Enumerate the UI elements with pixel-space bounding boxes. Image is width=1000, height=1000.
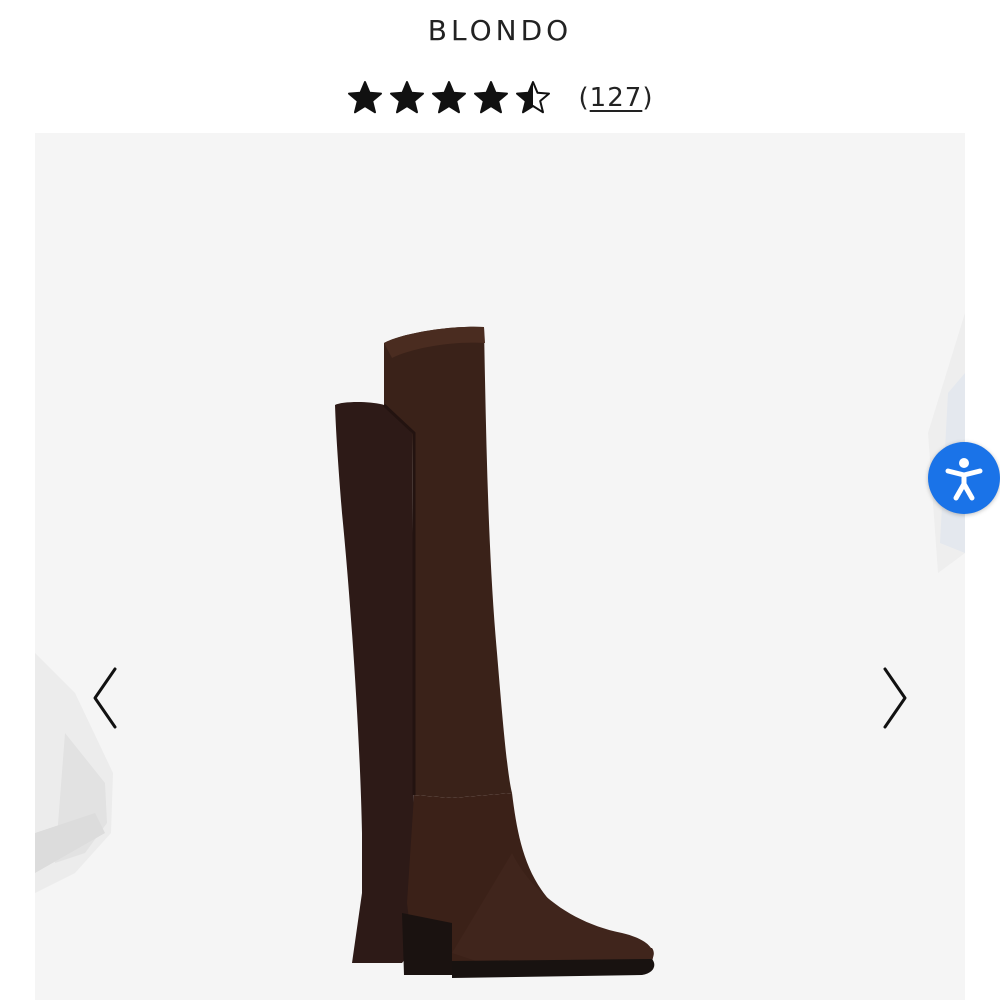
carousel-next-button[interactable]	[875, 663, 915, 733]
review-open-paren: (	[578, 83, 590, 113]
chevron-right-icon	[883, 667, 907, 729]
star-half-icon	[515, 81, 550, 114]
carousel-prev-button[interactable]	[85, 663, 125, 733]
chevron-left-icon	[93, 667, 117, 729]
previous-slide-preview[interactable]	[35, 133, 152, 1000]
review-count[interactable]: (127)	[579, 83, 654, 113]
review-count-link[interactable]: 127	[590, 83, 643, 113]
star-rating	[347, 80, 551, 116]
star-full-icon	[347, 81, 382, 114]
product-image-carousel[interactable]	[0, 133, 1000, 1000]
star-full-icon	[431, 81, 466, 114]
rating-row: (127)	[0, 74, 1000, 122]
main-product-image[interactable]	[152, 133, 848, 1000]
next-slide-preview[interactable]	[848, 133, 965, 1000]
accessibility-button[interactable]	[928, 442, 1000, 514]
star-full-icon	[473, 81, 508, 114]
accessibility-icon	[945, 458, 983, 501]
star-full-icon	[389, 81, 424, 114]
review-close-paren: )	[642, 83, 654, 113]
knee-high-boot-image	[335, 326, 655, 978]
brand-name[interactable]: BLONDO	[0, 14, 1000, 47]
